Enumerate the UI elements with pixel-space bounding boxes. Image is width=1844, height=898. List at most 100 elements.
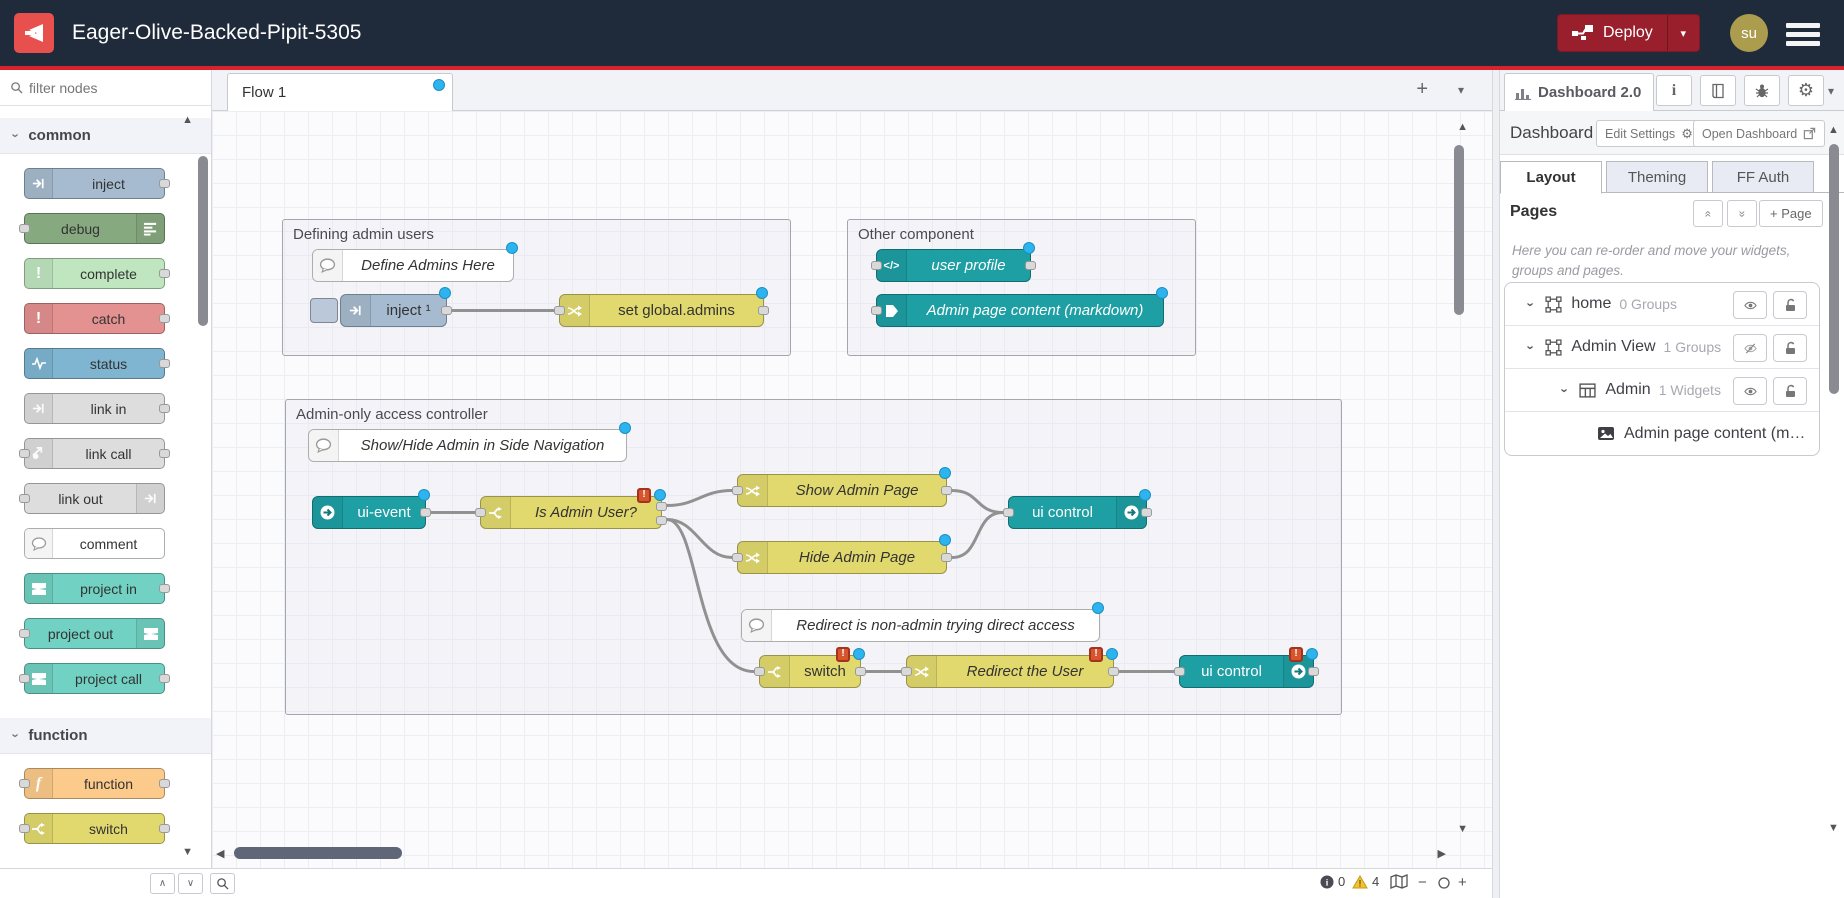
palette-node-project-out[interactable]: project out: [24, 618, 165, 649]
node-port-out[interactable]: [758, 306, 769, 315]
flow-node-set-global-admins[interactable]: set global.admins: [559, 294, 764, 327]
deploy-button[interactable]: Deploy ▾: [1557, 14, 1700, 52]
collapse-all-button[interactable]: «: [1693, 200, 1723, 227]
node-port-out[interactable]: [1141, 508, 1152, 517]
debug-tab-button[interactable]: [1744, 75, 1780, 106]
warning-count[interactable]: ! 4: [1352, 874, 1379, 889]
flow-node-redirect-the-user[interactable]: Redirect the User: [906, 655, 1114, 688]
palette-node-link-in[interactable]: link in: [24, 393, 165, 424]
node-port-out[interactable]: [159, 449, 170, 458]
info-count[interactable]: i 0: [1320, 874, 1345, 889]
palette-node-project-call[interactable]: project call: [24, 663, 165, 694]
canvas-scroll-right-icon[interactable]: ▶: [1438, 847, 1446, 860]
sidebar-scrollbar-thumb[interactable]: [1829, 144, 1839, 394]
node-port-in[interactable]: [1174, 667, 1185, 676]
canvas-scroll-left-icon[interactable]: ◀: [216, 847, 224, 860]
node-port-out[interactable]: [159, 584, 170, 593]
palette-category-function[interactable]: › function: [0, 718, 211, 754]
node-port-out[interactable]: [441, 306, 452, 315]
node-port-out[interactable]: [941, 486, 952, 495]
palette-node-catch[interactable]: ! catch: [24, 303, 165, 334]
node-port-in[interactable]: [554, 306, 565, 315]
node-port-out[interactable]: [941, 553, 952, 562]
node-port-out[interactable]: [159, 269, 170, 278]
canvas-scroll-down-icon[interactable]: ▼: [1457, 823, 1468, 835]
node-port-out[interactable]: [1108, 667, 1119, 676]
main-menu-button[interactable]: [1786, 23, 1820, 50]
node-port-out[interactable]: [855, 667, 866, 676]
node-port-out-1[interactable]: [656, 502, 667, 511]
palette-node-status[interactable]: status: [24, 348, 165, 379]
zoom-reset-button[interactable]: [1438, 877, 1450, 889]
canvas-scroll-up-icon[interactable]: ▲: [1457, 121, 1468, 133]
node-port-out[interactable]: [159, 359, 170, 368]
flow-node-is-admin-user[interactable]: Is Admin User?: [480, 496, 662, 529]
help-tab-button[interactable]: [1700, 75, 1736, 106]
node-port-in[interactable]: [19, 779, 30, 788]
node-port-in[interactable]: [871, 261, 882, 270]
edit-settings-button[interactable]: Edit Settings ⚙: [1596, 120, 1702, 147]
inject-trigger-button[interactable]: [310, 298, 338, 323]
palette-scroll-down-icon[interactable]: ▼: [182, 846, 193, 858]
comment-node-define-admins[interactable]: Define Admins Here: [312, 249, 514, 282]
navigator-toggle[interactable]: [1390, 874, 1408, 889]
tree-row-admin-widget[interactable]: Admin page content (m…: [1505, 412, 1819, 455]
node-port-out[interactable]: [1308, 667, 1319, 676]
node-port-out[interactable]: [159, 404, 170, 413]
visibility-toggle-button[interactable]: [1733, 291, 1767, 319]
flow-node-show-admin-page[interactable]: Show Admin Page: [737, 474, 947, 507]
flow-node-ui-event[interactable]: ui-event: [312, 496, 426, 529]
palette-node-link-out[interactable]: link out: [24, 483, 165, 514]
sidebar-scroll-down-icon[interactable]: ▼: [1828, 822, 1839, 834]
settings-tab-button[interactable]: ⚙: [1788, 75, 1824, 106]
flow-node-switch[interactable]: switch: [759, 655, 861, 688]
comment-node-show-hide-admin[interactable]: Show/Hide Admin in Side Navigation: [308, 429, 627, 462]
tab-ff-auth[interactable]: FF Auth: [1712, 161, 1814, 193]
lock-toggle-button[interactable]: [1773, 377, 1807, 405]
user-avatar[interactable]: su: [1730, 14, 1768, 52]
visibility-toggle-button[interactable]: [1733, 334, 1767, 362]
node-port-in[interactable]: [871, 306, 882, 315]
palette-node-link-call[interactable]: link call: [24, 438, 165, 469]
flow-node-admin-page-content[interactable]: Admin page content (markdown): [876, 294, 1164, 327]
palette-scroll-up-icon[interactable]: ▲: [182, 114, 193, 126]
chevron-down-icon[interactable]: ›: [1558, 388, 1573, 392]
sidebar-tab-dashboard[interactable]: Dashboard 2.0: [1504, 73, 1654, 111]
palette-scrollbar-thumb[interactable]: [198, 156, 208, 326]
node-port-out[interactable]: [159, 779, 170, 788]
node-port-in[interactable]: [732, 486, 743, 495]
lock-toggle-button[interactable]: [1773, 291, 1807, 319]
canvas-horizontal-scrollbar[interactable]: [234, 847, 402, 859]
palette-node-complete[interactable]: ! complete: [24, 258, 165, 289]
group-other-component[interactable]: Other component: [847, 219, 1196, 356]
node-port-in[interactable]: [901, 667, 912, 676]
palette-node-comment[interactable]: comment: [24, 528, 165, 559]
canvas-search-button[interactable]: [210, 873, 235, 894]
node-port-in[interactable]: [19, 224, 30, 233]
palette-category-common[interactable]: › common: [0, 118, 211, 154]
node-port-in[interactable]: [19, 824, 30, 833]
flow-node-hide-admin-page[interactable]: Hide Admin Page: [737, 541, 947, 574]
node-port-in[interactable]: [475, 508, 486, 517]
node-port-out-2[interactable]: [656, 516, 667, 525]
comment-node-redirect[interactable]: Redirect is non-admin trying direct acce…: [741, 609, 1100, 642]
palette-filter-input[interactable]: [29, 80, 179, 96]
tab-layout[interactable]: Layout: [1500, 161, 1602, 194]
flow-node-user-profile[interactable]: </> user profile: [876, 249, 1031, 282]
deploy-options-caret[interactable]: ▾: [1667, 15, 1699, 51]
lock-toggle-button[interactable]: [1773, 334, 1807, 362]
add-page-button[interactable]: + Page: [1759, 200, 1823, 227]
palette-node-debug[interactable]: debug: [24, 213, 165, 244]
palette-node-inject[interactable]: inject: [24, 168, 165, 199]
node-port-out[interactable]: [1025, 261, 1036, 270]
expand-all-button[interactable]: »: [1727, 200, 1757, 227]
sidebar-tabs-caret[interactable]: ▾: [1828, 84, 1834, 98]
node-port-out[interactable]: [159, 314, 170, 323]
tree-row-admin-view[interactable]: › Admin View 1 Groups: [1505, 326, 1819, 369]
tree-row-home[interactable]: › home 0 Groups: [1505, 283, 1819, 326]
sidebar-splitter[interactable]: [1492, 70, 1500, 898]
visibility-toggle-button[interactable]: [1733, 377, 1767, 405]
node-port-out[interactable]: [159, 179, 170, 188]
chevron-down-icon[interactable]: ›: [1524, 302, 1539, 306]
node-port-in[interactable]: [19, 629, 30, 638]
